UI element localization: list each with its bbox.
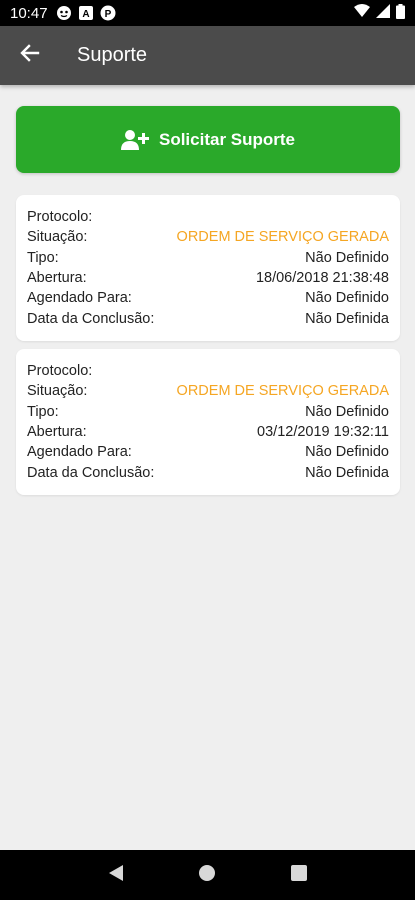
ticket-row-scheduled: Agendado Para: Não Definido: [27, 288, 389, 308]
ticket-card[interactable]: Protocolo: Situação: ORDEM DE SERVIÇO GE…: [16, 195, 400, 341]
add-user-icon: [120, 129, 149, 151]
row-label: Abertura:: [27, 270, 87, 287]
row-label: Abertura:: [27, 424, 87, 441]
ticket-row-status: Situação: ORDEM DE SERVIÇO GERADA: [27, 381, 389, 401]
status-value: ORDEM DE SERVIÇO GERADA: [176, 383, 389, 400]
row-label: Data da Conclusão:: [27, 464, 155, 481]
ticket-row-type: Tipo: Não Definido: [27, 402, 389, 422]
nav-back-button[interactable]: [96, 855, 136, 895]
row-value: 18/06/2018 21:38:48: [255, 270, 389, 287]
ticket-row-opened: Abertura: 03/12/2019 19:32:11: [27, 422, 389, 442]
a-icon: A: [78, 6, 93, 20]
home-circle-icon: [198, 864, 216, 887]
arrow-left-icon: [20, 43, 40, 68]
status-right-icons: [354, 3, 405, 23]
row-label: Situação:: [27, 229, 88, 246]
row-value: Não Definido: [305, 249, 389, 266]
back-triangle-icon: [108, 864, 124, 887]
status-time: 10:47: [10, 4, 48, 22]
recents-square-icon: [291, 864, 308, 886]
system-nav-bar: [0, 850, 415, 900]
p-icon: P: [100, 5, 116, 21]
wifi-icon: [354, 4, 370, 22]
row-label: Protocolo:: [27, 363, 93, 380]
row-label: Agendado Para:: [27, 444, 132, 461]
row-value: 03/12/2019 19:32:11: [257, 424, 389, 441]
row-value: Não Definida: [305, 464, 389, 481]
row-value: Não Definido: [305, 444, 389, 461]
row-value: Não Definido: [305, 403, 389, 420]
ticket-row-type: Tipo: Não Definido: [27, 248, 389, 268]
request-support-button[interactable]: Solicitar Suporte: [16, 106, 400, 173]
ticket-row-opened: Abertura: 18/06/2018 21:38:48: [27, 268, 389, 288]
ticket-row-completion: Data da Conclusão: Não Definida: [27, 462, 389, 482]
status-value: ORDEM DE SERVIÇO GERADA: [176, 229, 389, 246]
ticket-row-completion: Data da Conclusão: Não Definida: [27, 308, 389, 328]
ticket-card[interactable]: Protocolo: Situação: ORDEM DE SERVIÇO GE…: [16, 349, 400, 495]
row-label: Situação:: [27, 383, 88, 400]
nav-recents-button[interactable]: [279, 855, 319, 895]
ticket-row-scheduled: Agendado Para: Não Definido: [27, 442, 389, 462]
back-button[interactable]: [0, 26, 60, 85]
svg-text:A: A: [82, 9, 89, 20]
status-bar: 10:47 A P: [0, 0, 415, 26]
ticket-row-protocol: Protocolo:: [27, 361, 389, 381]
ticket-row-status: Situação: ORDEM DE SERVIÇO GERADA: [27, 227, 389, 247]
row-value: Não Definido: [305, 290, 389, 307]
row-label: Data da Conclusão:: [27, 310, 155, 327]
request-support-label: Solicitar Suporte: [158, 129, 296, 149]
row-value: Não Definida: [305, 310, 389, 327]
page-title: Suporte: [77, 44, 148, 66]
ticket-row-protocol: Protocolo:: [27, 207, 389, 227]
svg-text:P: P: [104, 9, 111, 20]
app-bar: Suporte: [0, 26, 415, 85]
row-label: Tipo:: [27, 249, 59, 266]
row-label: Tipo:: [27, 403, 59, 420]
row-label: Protocolo:: [27, 209, 93, 226]
row-label: Agendado Para:: [27, 290, 132, 307]
signal-icon: [376, 4, 390, 22]
notification-icon: [56, 5, 72, 21]
battery-icon: [396, 3, 405, 23]
nav-home-button[interactable]: [187, 855, 227, 895]
